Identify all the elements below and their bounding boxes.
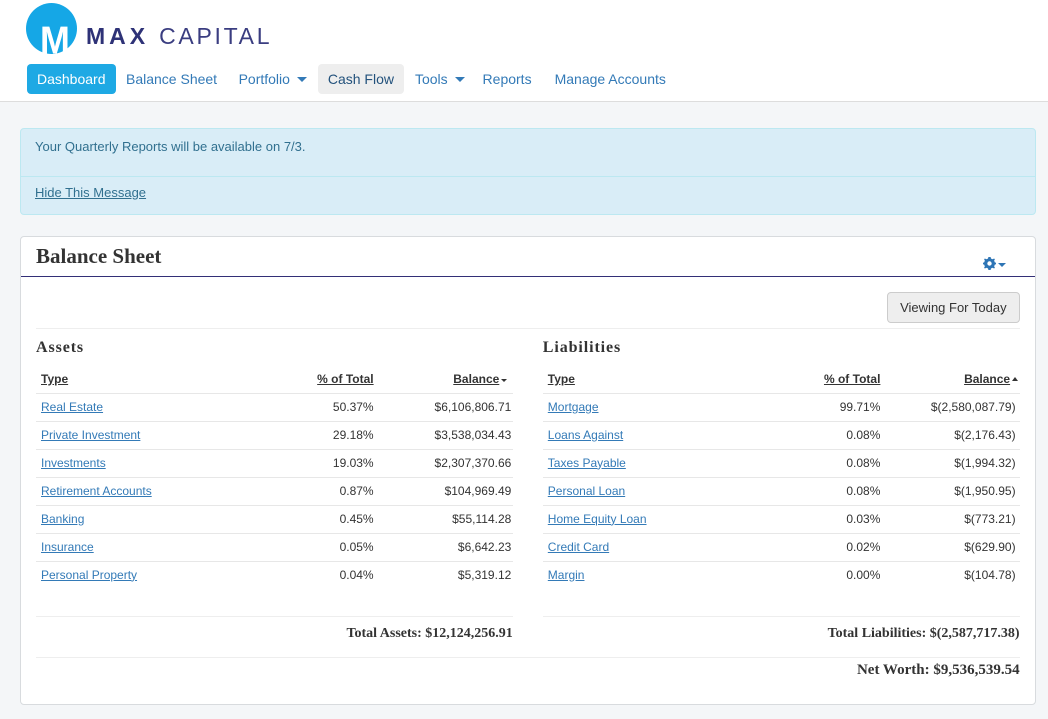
svg-text:M: M xyxy=(40,18,70,62)
